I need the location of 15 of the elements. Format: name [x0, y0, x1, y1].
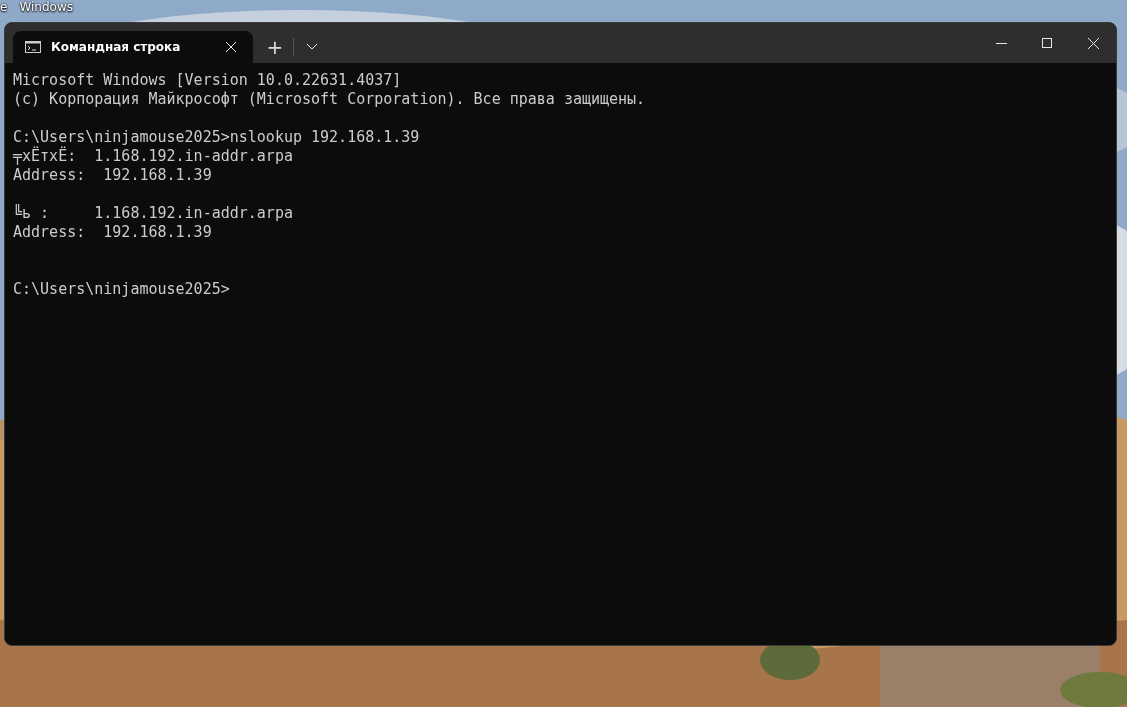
terminal-tab[interactable]: Командная строка: [13, 31, 253, 63]
tab-title: Командная строка: [51, 40, 182, 54]
console-icon: [25, 41, 41, 53]
terminal-line: Address: 192.168.1.39: [13, 166, 212, 184]
terminal-line: (c) Корпорация Майкрософт (Microsoft Corporation). Все права защищены.: [13, 90, 646, 108]
terminal-line: ╚ь : 1.168.192.in-addr.arpa: [13, 204, 293, 222]
maximize-icon[interactable]: [1042, 38, 1052, 48]
terminal-line: C:\Users\ninjamouse2025>: [13, 280, 230, 298]
minimize-icon[interactable]: [995, 42, 1007, 44]
terminal-line: C:\Users\ninjamouse2025>nslookup 192.168.1.39: [13, 128, 420, 146]
close-icon[interactable]: [1087, 37, 1099, 49]
new-tab-button[interactable]: +: [261, 31, 289, 63]
terminal-line: ╤xЁтxЁ: 1.168.192.in-addr.arpa: [13, 147, 293, 165]
terminal-line: Address: 192.168.1.39: [13, 223, 212, 241]
terminal-line: Microsoft Windows [Version 10.0.22631.4037]: [13, 71, 402, 89]
